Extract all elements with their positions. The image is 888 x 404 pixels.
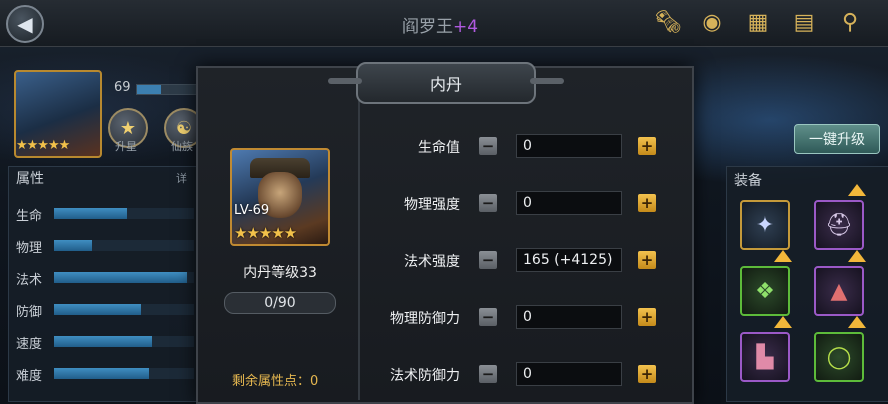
level-number: 69 bbox=[114, 80, 131, 95]
decrease-button[interactable]: − bbox=[479, 308, 497, 326]
attribute-label: 物理 bbox=[16, 241, 43, 256]
attribute-bar bbox=[54, 208, 194, 219]
equip-slot-4[interactable]: ▲ bbox=[814, 266, 864, 316]
increase-button[interactable]: + bbox=[638, 137, 656, 155]
dialog-title: 内丹 bbox=[328, 62, 564, 104]
hero-stars: ★★★★★ bbox=[16, 138, 70, 153]
stat-value: 0 bbox=[516, 305, 622, 329]
stat-label: 物理强度 bbox=[404, 197, 460, 213]
hero-title: 阎罗王+4 bbox=[340, 12, 540, 37]
stat-value: 0 bbox=[516, 362, 622, 386]
upgrade-arrow-icon bbox=[848, 316, 866, 328]
coin-icon[interactable]: ◉ bbox=[696, 6, 728, 38]
attribute-bar bbox=[54, 272, 194, 283]
neidan-level: 内丹等级33 bbox=[243, 265, 317, 281]
magnifier-icon[interactable]: ⚲ bbox=[834, 6, 866, 38]
robe-icon: ▲ bbox=[830, 278, 848, 304]
equip-slot-5[interactable]: ▙ bbox=[740, 332, 790, 382]
upgrade-arrow-icon bbox=[774, 316, 792, 328]
helmet-icon: ⛑ bbox=[825, 212, 853, 238]
one-key-upgrade-button[interactable]: 一键升级 bbox=[794, 124, 880, 154]
stat-value: 0 bbox=[516, 134, 622, 158]
star-icon: ★ bbox=[119, 117, 137, 139]
stat-label: 法术防御力 bbox=[390, 368, 460, 384]
attribute-bar bbox=[54, 304, 194, 315]
stat-label: 生命值 bbox=[418, 140, 460, 156]
remaining-points: 剩余属性点：0 bbox=[232, 374, 319, 389]
upgrade-arrow-icon bbox=[848, 250, 866, 262]
hero-name: 阎罗王 bbox=[401, 17, 453, 37]
attribute-label: 防御 bbox=[16, 305, 43, 320]
stat-label: 物理防御力 bbox=[390, 311, 460, 327]
dialog-hero-level: LV-69 bbox=[234, 203, 270, 218]
equipment-title: 装备 bbox=[734, 173, 762, 189]
increase-button[interactable]: + bbox=[638, 308, 656, 326]
increase-button[interactable]: + bbox=[638, 251, 656, 269]
neidan-progress: 0/90 bbox=[224, 292, 336, 314]
equip-slot-2[interactable]: ⛑ bbox=[814, 200, 864, 250]
dialog-divider bbox=[358, 82, 360, 400]
blade-icon: ✦ bbox=[755, 212, 775, 238]
armor-icon: ❖ bbox=[755, 278, 775, 304]
exp-bar bbox=[136, 84, 198, 95]
back-arrow-icon: ◀ bbox=[17, 12, 33, 36]
book-icon[interactable]: ▤ bbox=[788, 6, 820, 38]
stat-value: 0 bbox=[516, 191, 622, 215]
boots-icon: ▙ bbox=[756, 344, 774, 370]
attribute-label: 速度 bbox=[16, 337, 43, 352]
upgrade-arrow-icon bbox=[848, 184, 866, 196]
attribute-bar bbox=[54, 368, 194, 379]
attribute-label: 生命 bbox=[16, 209, 43, 224]
upgrade-arrow-icon bbox=[774, 250, 792, 262]
ring-icon: ◯ bbox=[826, 344, 852, 370]
increase-button[interactable]: + bbox=[638, 194, 656, 212]
attribute-label: 难度 bbox=[16, 369, 43, 384]
back-button[interactable]: ◀ bbox=[6, 5, 44, 43]
stat-value: 165 (+4125) bbox=[516, 248, 622, 272]
equip-slot-3[interactable]: ❖ bbox=[740, 266, 790, 316]
equip-slot-6[interactable]: ◯ bbox=[814, 332, 864, 382]
attribute-title: 属性 bbox=[16, 171, 44, 187]
attribute-label: 法术 bbox=[16, 273, 43, 288]
decrease-button[interactable]: − bbox=[479, 137, 497, 155]
detail-link[interactable]: 详 bbox=[176, 170, 187, 186]
increase-button[interactable]: + bbox=[638, 365, 656, 383]
star-up-label: 升星 bbox=[115, 140, 137, 153]
map-icon[interactable]: ▦ bbox=[742, 6, 774, 38]
decrease-button[interactable]: − bbox=[479, 194, 497, 212]
decrease-button[interactable]: − bbox=[479, 365, 497, 383]
scroll-icon[interactable]: 🗞 bbox=[652, 6, 684, 38]
stat-label: 法术强度 bbox=[404, 254, 460, 270]
decrease-button[interactable]: − bbox=[479, 251, 497, 269]
hero-plus-level: +4 bbox=[452, 17, 479, 37]
attribute-bar bbox=[54, 240, 194, 251]
yin-yang-icon: ☯ bbox=[175, 117, 193, 139]
dialog-hero-stars: ★★★★★ bbox=[234, 224, 297, 242]
equip-slot-1[interactable]: ✦ bbox=[740, 200, 790, 250]
attribute-bar bbox=[54, 336, 194, 347]
